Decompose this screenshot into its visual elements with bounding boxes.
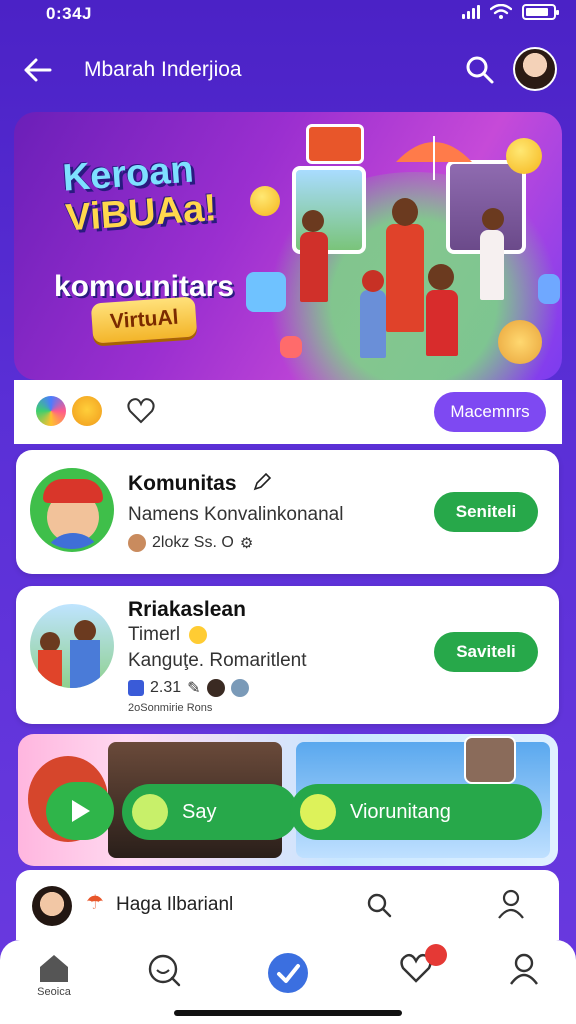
pencil-icon [253,472,272,491]
heart-icon[interactable] [126,396,156,426]
hero-banner[interactable]: Keroan ViBUAa! komounitars VirtuAl [14,112,562,380]
tab-home-label: Seoica [37,986,71,998]
home-indicator [174,1010,402,1016]
media-strip[interactable]: Say Viorunitang [18,734,558,866]
community-avatar [30,468,114,552]
profile-avatar[interactable] [513,47,557,91]
community-card[interactable]: Rriakaslean Timerl Kanguţe. Romaritlent … [16,586,559,724]
page-title: Mbarah Inderjioa [84,58,242,81]
notification-badge [425,944,447,966]
reaction-row: Macemnrs [14,380,562,444]
status-time: 0:34J [46,4,92,23]
follow-button[interactable]: Saviteli [434,632,538,672]
compose-row: ☂ Haga Ilbarianl [16,870,559,940]
umbrella-icon [396,136,472,180]
back-arrow-icon[interactable] [20,52,56,88]
members-button[interactable]: Macemnrs [434,392,546,432]
card-title: Komunitas [128,472,237,495]
search-icon[interactable] [364,890,394,920]
tab-favorites[interactable] [386,944,447,1004]
wifi-icon [490,4,512,19]
tab-check[interactable] [258,952,318,1004]
voice-pill[interactable]: Viorunitang [290,784,542,840]
card-meta-text: 2lokz Ss. O [152,534,234,551]
dice-icon [246,272,286,312]
hero-subtitle: komounitars [54,270,235,303]
reaction-icon[interactable] [36,396,66,426]
dice-icon [280,336,302,358]
chat-search-icon [148,954,181,987]
signal-icon [462,5,480,19]
child-figure [480,230,504,300]
member-avatar [230,679,249,697]
smiley-icon [506,138,542,174]
smiley-icon [189,625,208,644]
profile-icon[interactable] [496,888,526,920]
hero-badge: VirtuAl [90,296,198,344]
status-icons [462,4,559,20]
card-line-2: Kanguţe. Romaritlent [128,650,307,671]
child-figure [426,290,458,356]
battery-icon [522,4,559,20]
say-pill-label: Say [182,800,217,823]
profile-icon [510,953,538,985]
user-avatar[interactable] [32,886,72,926]
umbrella-icon: ☂ [86,892,104,914]
tab-chat[interactable] [134,952,194,1004]
play-button[interactable] [46,782,114,840]
hero-sign [306,124,364,164]
member-avatar [206,679,225,697]
card-title: Rriakaslean [128,598,246,621]
card-footnote: 2oSonmirie Rons [128,702,213,714]
card-line-1: Timerl [128,624,208,646]
check-icon [268,953,308,993]
status-bar: 0:34J [0,0,576,30]
dice-icon [538,274,560,304]
community-card[interactable]: Komunitas Namens Konvalinkonanal 2lokz S… [16,450,559,574]
info-icon [128,680,144,696]
music-icon [300,794,336,830]
card-subtitle: Namens Konvalinkonanal [128,504,344,525]
play-icon [72,800,90,822]
pencil-icon: ✎ [187,680,201,697]
follow-button[interactable]: Seniteli [434,492,538,532]
tab-home[interactable]: Seoica [24,952,84,1004]
child-figure [360,290,386,358]
top-nav: Mbarah Inderjioa [0,44,576,96]
card-meta-text: 2.31 [150,679,182,696]
voice-pill-label: Viorunitang [350,800,451,823]
media-thumbnail [464,736,516,784]
child-figure [386,224,424,332]
card-meta: 2lokz Ss. O ⚙ [128,534,253,552]
say-pill[interactable]: Say [122,784,298,840]
reaction-icon[interactable] [72,396,102,426]
settings-icon: ⚙ [239,535,254,552]
hero-title: Keroan ViBUAa! [61,145,256,240]
search-icon[interactable] [462,52,498,88]
compose-input[interactable]: Haga Ilbarianl [116,894,233,916]
tab-profile[interactable] [494,952,554,1004]
member-avatar [128,534,146,552]
bear-icon [498,320,542,364]
card-meta: 2.31 ✎ [128,678,249,698]
child-figure [300,232,328,302]
chat-icon [132,794,168,830]
home-icon [40,955,68,982]
community-avatar [30,604,114,688]
smiley-icon [250,186,280,216]
